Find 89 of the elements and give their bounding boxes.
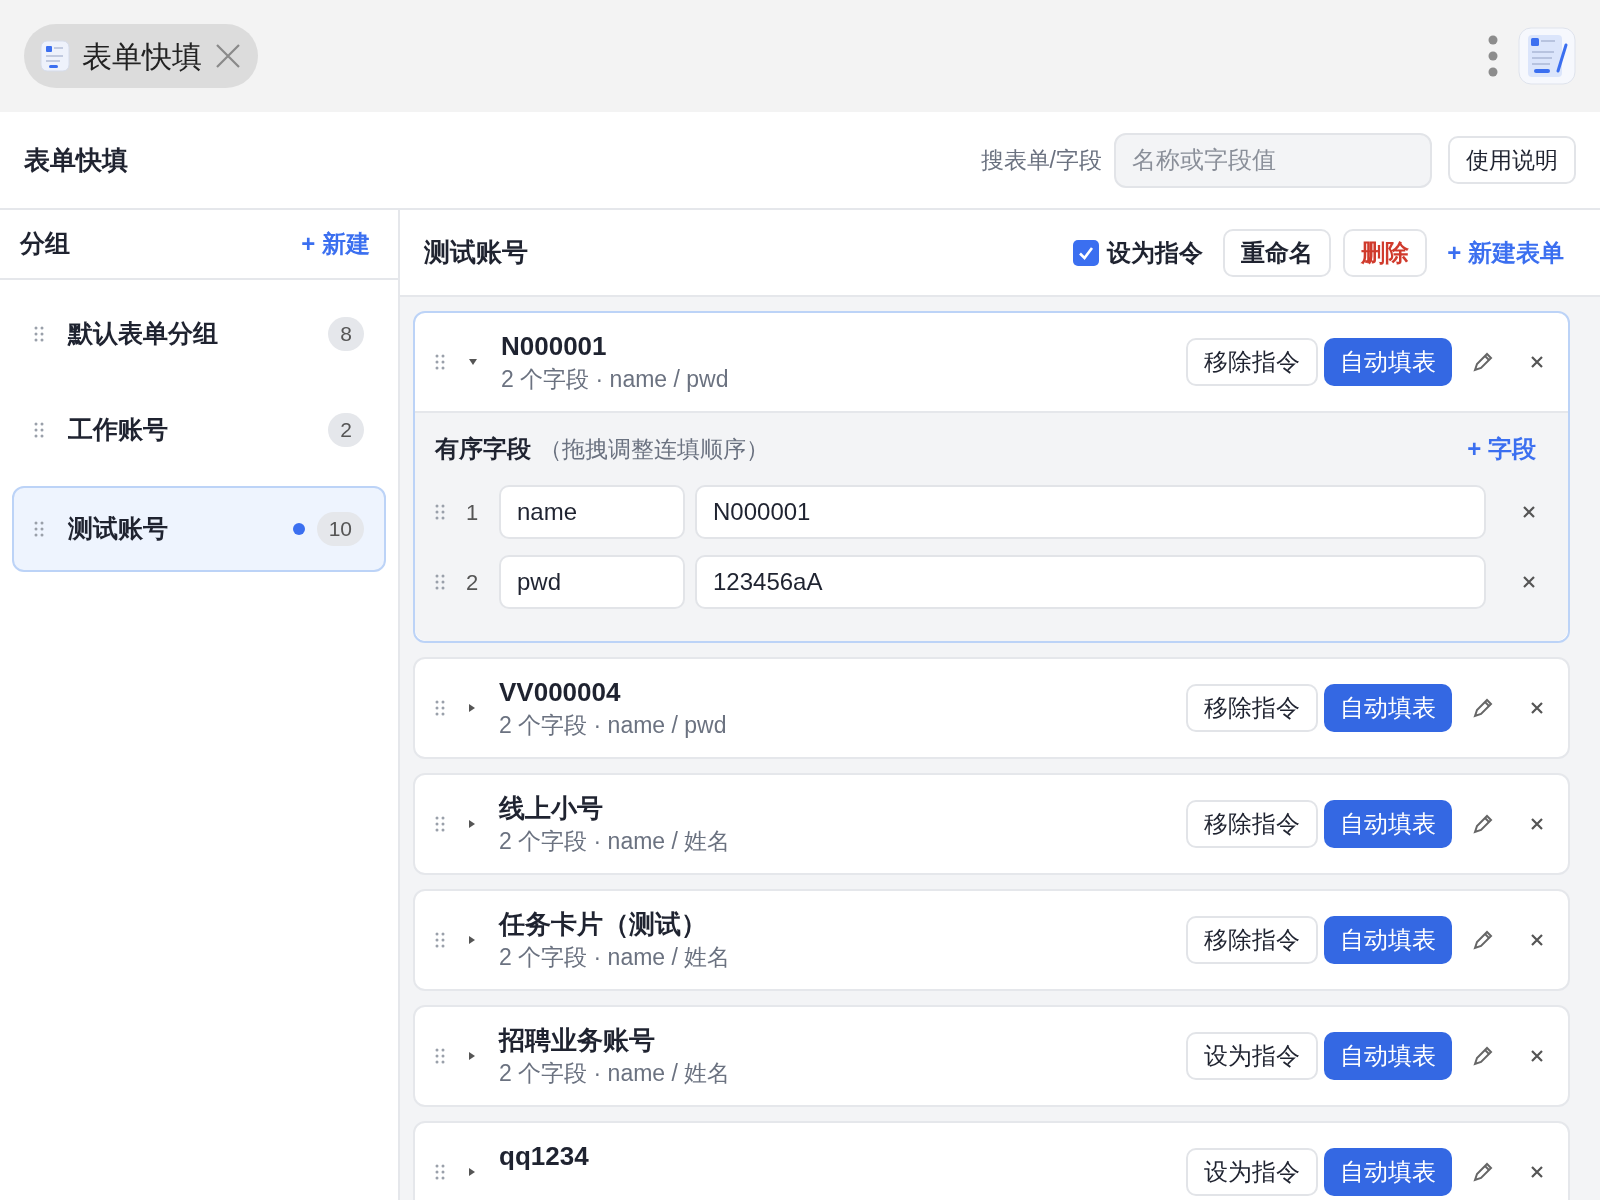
pencil-icon[interactable] — [1472, 351, 1494, 373]
field-name-input[interactable]: pwd — [499, 555, 685, 609]
close-icon[interactable] — [1530, 933, 1544, 947]
drag-handle-icon[interactable] — [435, 816, 445, 832]
command-button[interactable]: 移除指令 — [1186, 916, 1318, 964]
tab[interactable]: 表单快填 — [24, 24, 258, 88]
form-name: VV000004 — [499, 676, 622, 709]
autofill-button[interactable]: 自动填表 — [1324, 1148, 1452, 1196]
group-name: 测试账号 — [68, 513, 169, 545]
drag-handle-icon[interactable] — [435, 504, 445, 520]
form-name: N000001 — [501, 330, 608, 363]
rename-button[interactable]: 重命名 — [1223, 228, 1332, 277]
field-value-input[interactable]: N000001 — [695, 485, 1486, 539]
search-field[interactable]: 名称或字段值 — [1114, 132, 1432, 188]
count-badge: 8 — [328, 317, 364, 351]
drag-handle-icon[interactable] — [435, 932, 445, 948]
remove-icon[interactable] — [1522, 575, 1536, 589]
form-summary: 2 个字段 · name / pwd — [499, 711, 728, 740]
command-button[interactable]: 设为指令 — [1186, 1148, 1318, 1196]
remove-icon[interactable] — [1522, 505, 1536, 519]
form-name: 线上小号 — [499, 792, 604, 825]
drag-handle-icon[interactable] — [435, 1164, 445, 1180]
caret-icon[interactable] — [469, 936, 475, 944]
new-group-button[interactable]: + 新建 — [301, 226, 370, 262]
sidebar-title: 分组 — [20, 228, 70, 260]
close-icon[interactable] — [1530, 817, 1544, 831]
pencil-icon[interactable] — [1472, 929, 1494, 951]
pencil-icon[interactable] — [1472, 1161, 1494, 1183]
app-title: 表单快填 — [24, 143, 128, 177]
form-icon — [40, 40, 70, 72]
form-name: qq1234 — [499, 1140, 590, 1173]
group-name: 默认表单分组 — [68, 318, 219, 350]
drag-handle-icon[interactable] — [34, 422, 44, 438]
command-checkbox[interactable] — [1073, 239, 1100, 266]
form-summary: 2 个字段 · name / pwd — [501, 365, 730, 394]
section-title: 有序字段 — [435, 434, 531, 464]
close-icon[interactable] — [1530, 1165, 1544, 1179]
field-value-input[interactable]: 123456aA — [695, 555, 1486, 609]
caret-icon[interactable] — [469, 1052, 475, 1060]
pencil-icon[interactable] — [1472, 1045, 1494, 1067]
command-button[interactable]: 设为指令 — [1186, 1032, 1318, 1080]
count-badge: 10 — [316, 512, 364, 546]
command-button[interactable]: 移除指令 — [1186, 800, 1318, 848]
search-label: 搜表单/字段 — [980, 145, 1102, 175]
app-icon[interactable] — [1518, 27, 1576, 85]
group-title: 测试账号 — [424, 236, 528, 269]
drag-handle-icon[interactable] — [435, 1048, 445, 1064]
autofill-button[interactable]: 自动填表 — [1324, 684, 1452, 732]
caret-icon[interactable] — [469, 359, 477, 365]
form-summary: 2 个字段 · name / 姓名 — [499, 827, 732, 856]
close-icon[interactable] — [1530, 701, 1544, 715]
autofill-button[interactable]: 自动填表 — [1324, 1032, 1452, 1080]
command-button[interactable]: 移除指令 — [1186, 338, 1318, 386]
field-index: 2 — [464, 568, 480, 597]
add-field-button[interactable]: + 字段 — [1467, 431, 1536, 467]
tab-title: 表单快填 — [82, 38, 202, 75]
form-name: 招聘业务账号 — [499, 1024, 656, 1057]
group-item[interactable]: 测试账号 10 — [12, 486, 386, 572]
group-item[interactable]: 工作账号 2 — [12, 384, 386, 476]
delete-button[interactable]: 删除 — [1343, 228, 1428, 277]
close-icon[interactable] — [1530, 355, 1544, 369]
section-hint: （拖拽调整连填顺序） — [539, 434, 770, 464]
field-name-input[interactable]: name — [499, 485, 685, 539]
group-item[interactable]: 默认表单分组 8 — [12, 288, 386, 380]
drag-handle-icon[interactable] — [435, 354, 445, 370]
pencil-icon[interactable] — [1472, 813, 1494, 835]
pencil-icon[interactable] — [1472, 697, 1494, 719]
form-summary: 2 个字段 · name / 姓名 — [499, 1059, 732, 1088]
caret-icon[interactable] — [469, 820, 475, 828]
autofill-button[interactable]: 自动填表 — [1324, 338, 1452, 386]
help-button[interactable]: 使用说明 — [1448, 136, 1576, 184]
caret-icon[interactable] — [469, 704, 475, 712]
drag-handle-icon[interactable] — [435, 700, 445, 716]
form-name: 任务卡片（测试） — [499, 908, 708, 941]
form-summary: 2 个字段 · name / 姓名 — [499, 943, 732, 972]
field-index: 1 — [464, 498, 480, 527]
autofill-button[interactable]: 自动填表 — [1324, 800, 1452, 848]
group-name: 工作账号 — [68, 414, 169, 446]
new-form-button[interactable]: + 新建表单 — [1447, 234, 1564, 271]
drag-handle-icon[interactable] — [34, 521, 44, 537]
drag-handle-icon[interactable] — [34, 326, 44, 342]
close-icon[interactable] — [1530, 1049, 1544, 1063]
count-badge: 2 — [328, 413, 364, 447]
checkbox-label: 设为指令 — [1107, 237, 1204, 268]
drag-handle-icon[interactable] — [435, 574, 445, 590]
command-button[interactable]: 移除指令 — [1186, 684, 1318, 732]
more-icon[interactable] — [1488, 34, 1498, 78]
caret-icon[interactable] — [469, 1168, 475, 1176]
autofill-button[interactable]: 自动填表 — [1324, 916, 1452, 964]
